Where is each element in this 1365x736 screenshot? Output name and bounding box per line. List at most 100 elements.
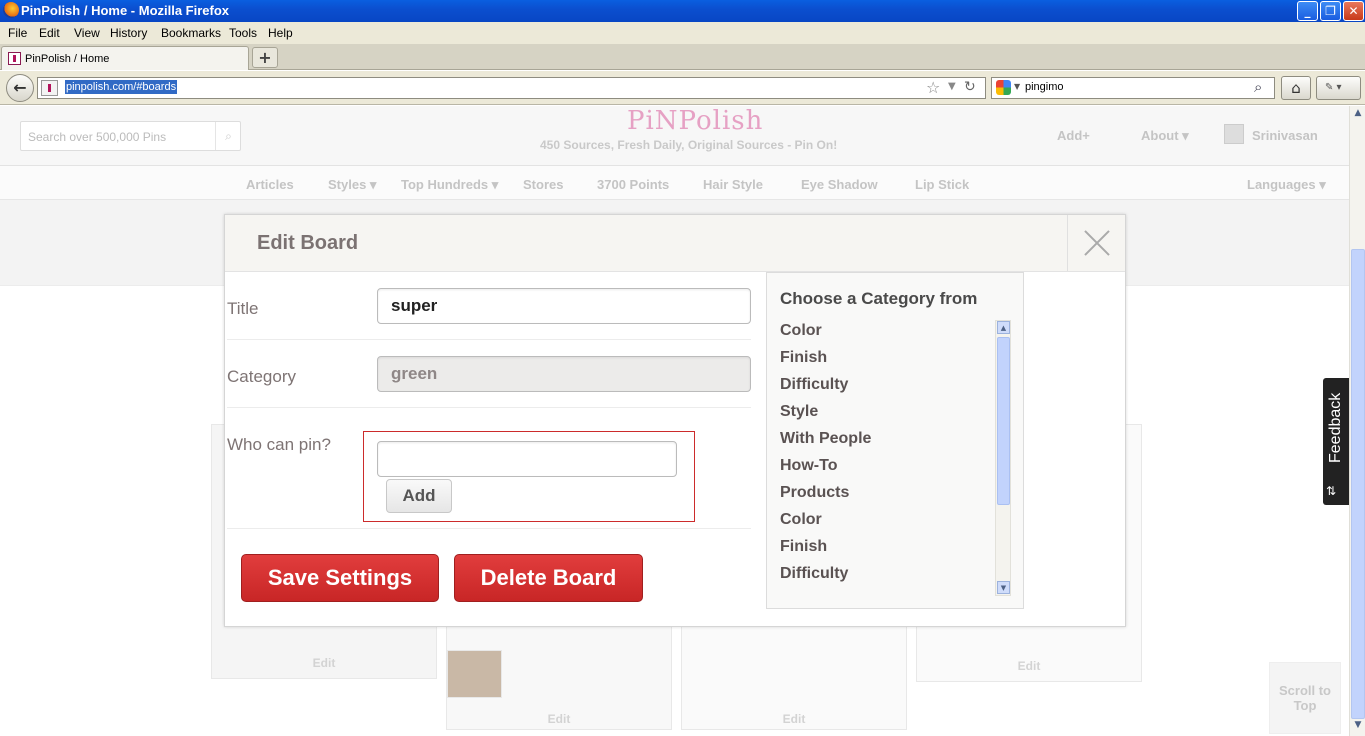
- engine-dropdown-icon[interactable]: ▼: [1014, 82, 1020, 91]
- pinpolish-favicon-icon: [8, 52, 21, 65]
- firefox-logo-icon: [3, 2, 19, 18]
- board-category-field: [377, 356, 751, 392]
- nav-lip-stick[interactable]: Lip Stick: [915, 177, 969, 192]
- board-title-input[interactable]: [377, 288, 751, 324]
- menu-tools[interactable]: Tools: [229, 26, 257, 40]
- category-scroll-down-icon[interactable]: ▼: [997, 581, 1010, 594]
- divider: [227, 528, 751, 529]
- pin-thumbnail[interactable]: [447, 650, 502, 698]
- category-option[interactable]: Finish: [780, 537, 992, 564]
- user-name-link[interactable]: Srinivasan: [1252, 128, 1318, 143]
- tab-label: PinPolish / Home: [25, 53, 110, 65]
- new-tab-button[interactable]: +: [252, 47, 278, 68]
- back-arrow-icon[interactable]: ←: [6, 74, 34, 102]
- nav-hair-style[interactable]: Hair Style: [703, 177, 763, 192]
- category-label: Category: [227, 367, 296, 386]
- scroll-to-top-button[interactable]: Scroll to Top: [1269, 662, 1341, 734]
- menu-bar: File Edit View History Bookmarks Tools H…: [0, 22, 1365, 44]
- menu-history[interactable]: History: [110, 26, 147, 40]
- add-link[interactable]: Add+: [1057, 128, 1090, 143]
- menu-view[interactable]: View: [74, 26, 100, 40]
- nav-top-hundreds[interactable]: Top Hundreds ▾: [401, 177, 498, 193]
- nav-3700-points[interactable]: 3700 Points: [597, 177, 669, 192]
- category-chooser-heading: Choose a Category from: [780, 289, 978, 308]
- sliders-icon: ⇅: [1326, 484, 1337, 498]
- url-dropdown-icon[interactable]: ▼: [948, 81, 956, 92]
- site-search-icon[interactable]: ⌕: [215, 122, 241, 150]
- menu-bookmarks[interactable]: Bookmarks: [161, 26, 221, 40]
- category-option[interactable]: Style: [780, 402, 992, 429]
- dialog-header: Edit Board: [225, 215, 1125, 272]
- save-settings-button[interactable]: Save Settings: [241, 554, 439, 602]
- nav-styles[interactable]: Styles ▾: [328, 177, 376, 193]
- category-nav: Articles Styles ▾ Top Hundreds ▾ Stores …: [0, 166, 1349, 200]
- browser-search-bar[interactable]: ▼ pingimo ⌕: [991, 77, 1275, 99]
- category-list: Color Finish Difficulty Style With Peopl…: [780, 321, 992, 591]
- page-scrollbar[interactable]: ▲ ▼: [1349, 106, 1365, 736]
- google-engine-icon[interactable]: [996, 80, 1011, 95]
- nav-stores[interactable]: Stores: [523, 177, 563, 192]
- dialog-title: Edit Board: [257, 232, 359, 254]
- site-identity-icon[interactable]: [41, 80, 58, 96]
- scroll-down-arrow-icon[interactable]: ▼: [1352, 720, 1364, 734]
- board-edit-link[interactable]: Edit: [211, 656, 437, 670]
- collaborator-input[interactable]: [377, 441, 677, 477]
- about-link[interactable]: About ▾: [1141, 128, 1189, 144]
- scroll-up-arrow-icon[interactable]: ▲: [1352, 108, 1364, 122]
- category-option[interactable]: Products: [780, 483, 992, 510]
- nav-languages[interactable]: Languages ▾: [1247, 177, 1326, 193]
- avatar[interactable]: [1224, 124, 1244, 144]
- site-header: Search over 500,000 Pins ⌕ PiNPolish 450…: [0, 106, 1349, 166]
- page-scrollbar-thumb[interactable]: [1351, 249, 1365, 719]
- site-search-placeholder: Search over 500,000 Pins: [28, 130, 167, 144]
- restore-button[interactable]: ❐: [1320, 1, 1341, 21]
- category-option[interactable]: Difficulty: [780, 375, 992, 402]
- close-icon[interactable]: [1067, 215, 1125, 271]
- window-title: PinPolish / Home - Mozilla Firefox: [21, 3, 230, 18]
- category-option[interactable]: With People: [780, 429, 992, 456]
- category-chooser: Choose a Category from Color Finish Diff…: [766, 272, 1024, 609]
- home-icon[interactable]: ⌂: [1281, 76, 1311, 100]
- category-option[interactable]: How-To: [780, 456, 992, 483]
- close-window-button[interactable]: ✕: [1343, 1, 1364, 21]
- minimize-button[interactable]: _: [1297, 1, 1318, 21]
- bookmark-star-icon[interactable]: ☆: [926, 78, 940, 97]
- divider: [227, 339, 751, 340]
- board-edit-link[interactable]: Edit: [446, 712, 672, 726]
- edit-board-dialog: Edit Board Title Category Who can pin? A…: [224, 214, 1126, 627]
- site-tagline: 450 Sources, Fresh Daily, Original Sourc…: [540, 138, 838, 152]
- category-scroll-up-icon[interactable]: ▲: [997, 321, 1010, 334]
- navigation-toolbar: ← pinpolish.com/#boards ☆ ▼ ↻ ▼ pingimo …: [0, 71, 1365, 105]
- menu-edit[interactable]: Edit: [39, 26, 60, 40]
- who-can-pin-label: Who can pin?: [227, 435, 331, 454]
- delete-board-button[interactable]: Delete Board: [454, 554, 643, 602]
- window-titlebar: PinPolish / Home - Mozilla Firefox _ ❐ ✕: [0, 0, 1365, 22]
- board-edit-link[interactable]: Edit: [681, 712, 907, 726]
- menu-help[interactable]: Help: [268, 26, 293, 40]
- menu-file[interactable]: File: [8, 26, 27, 40]
- search-icon[interactable]: ⌕: [1254, 78, 1262, 96]
- category-option[interactable]: Color: [780, 510, 992, 537]
- add-collaborator-button[interactable]: Add: [386, 479, 452, 513]
- title-label: Title: [227, 299, 259, 318]
- category-scrollbar[interactable]: ▲ ▼: [995, 320, 1011, 596]
- category-option[interactable]: Difficulty: [780, 564, 992, 591]
- category-option[interactable]: Color: [780, 321, 992, 348]
- nav-eye-shadow[interactable]: Eye Shadow: [801, 177, 878, 192]
- category-scrollbar-thumb[interactable]: [997, 337, 1010, 505]
- feedback-tab[interactable]: Feedback ⇅: [1323, 378, 1349, 505]
- reload-icon[interactable]: ↻: [964, 79, 976, 95]
- browser-search-input[interactable]: pingimo: [1025, 81, 1064, 93]
- tab-strip: PinPolish / Home +: [0, 44, 1365, 70]
- nav-articles[interactable]: Articles: [246, 177, 294, 192]
- tab-pinpolish-home[interactable]: PinPolish / Home: [1, 46, 249, 70]
- addon-menu-button[interactable]: ✎ ▾: [1316, 76, 1361, 100]
- board-edit-link[interactable]: Edit: [916, 659, 1142, 673]
- divider: [227, 407, 751, 408]
- site-logo[interactable]: PiNPolish: [627, 106, 763, 136]
- url-bar[interactable]: pinpolish.com/#boards ☆ ▼ ↻: [37, 77, 986, 99]
- site-search-input[interactable]: Search over 500,000 Pins ⌕: [20, 121, 241, 151]
- feedback-label: Feedback: [1327, 392, 1344, 464]
- url-text[interactable]: pinpolish.com/#boards: [65, 80, 178, 94]
- category-option[interactable]: Finish: [780, 348, 992, 375]
